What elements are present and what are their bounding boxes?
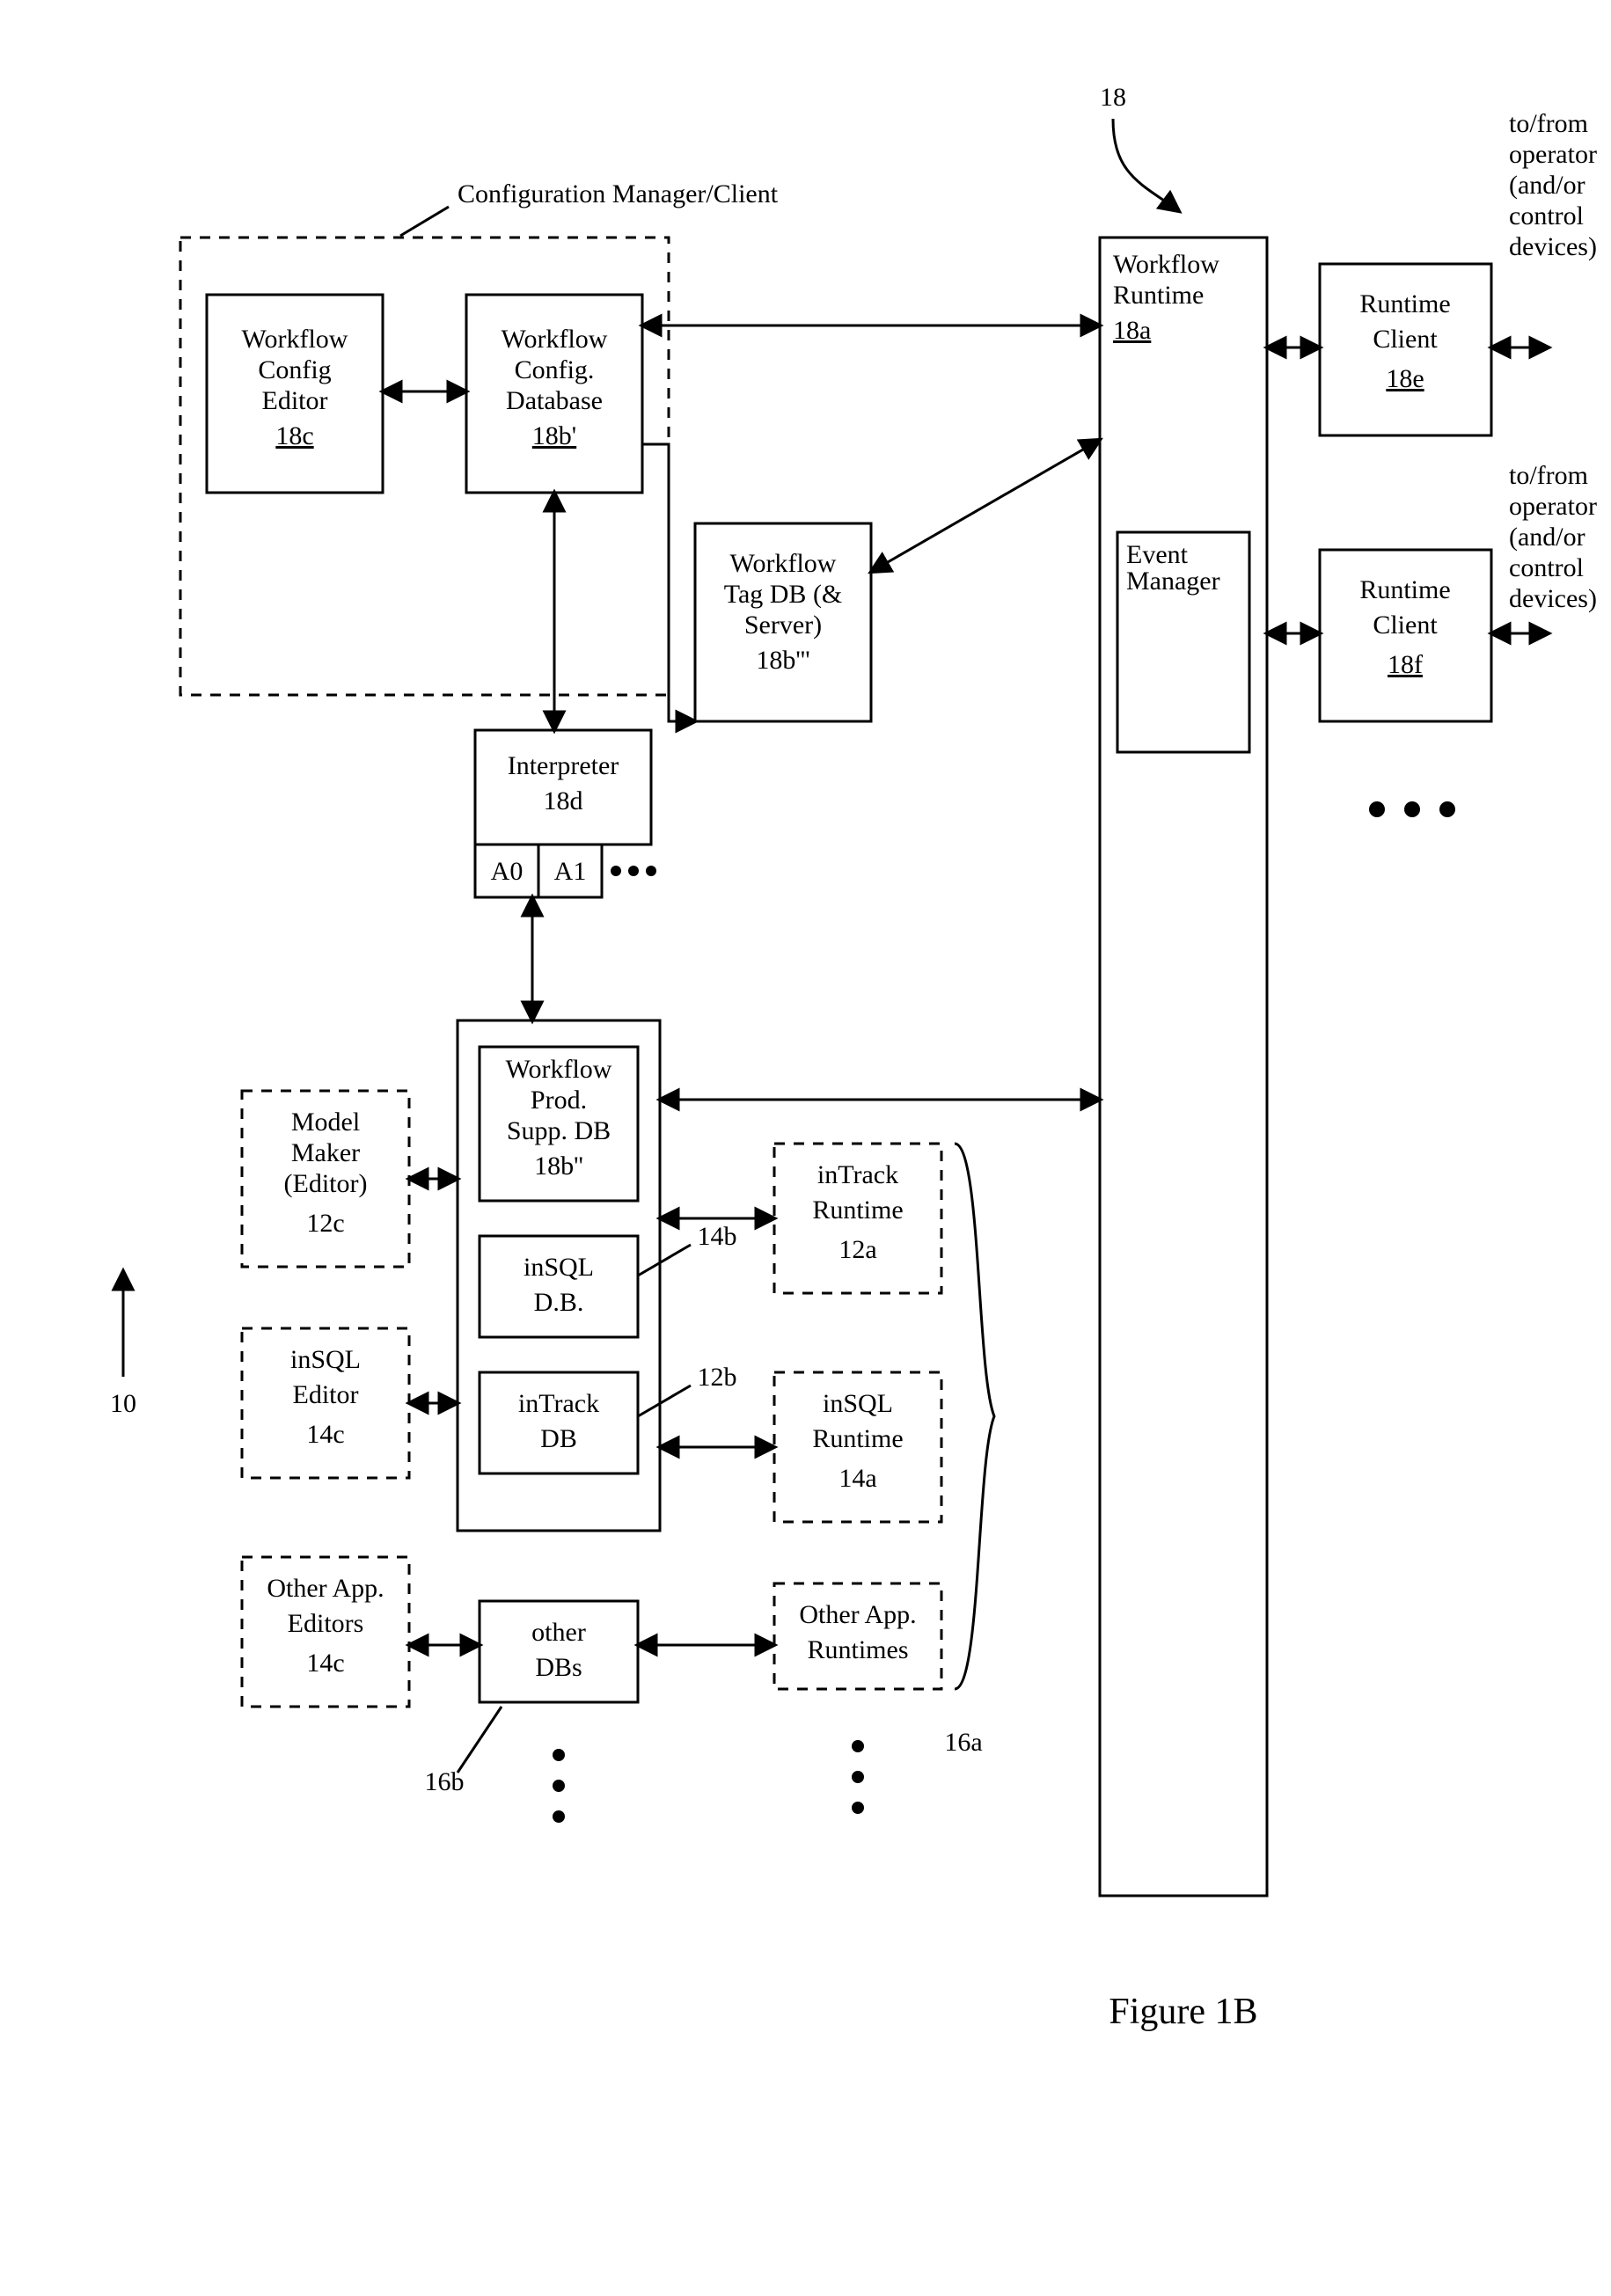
svg-text:to/from: to/from <box>1509 461 1588 490</box>
intrack-runtime-box: inTrack Runtime 12a <box>774 1144 941 1293</box>
svg-text:(and/or: (and/or <box>1509 171 1585 200</box>
svg-text:Runtimes: Runtimes <box>807 1635 908 1664</box>
runtime-client-f-box: Runtime Client 18f <box>1320 550 1491 721</box>
svg-text:Other App.: Other App. <box>799 1600 916 1629</box>
svg-text:18c: 18c <box>275 421 313 450</box>
model-maker-box: Model Maker (Editor) 12c <box>242 1091 409 1267</box>
svg-text:inSQL: inSQL <box>524 1253 594 1282</box>
prod-supp-db-box: Workflow Prod. Supp. DB 18b'' <box>480 1047 638 1201</box>
svg-text:18f: 18f <box>1388 650 1423 679</box>
svg-text:14a: 14a <box>838 1464 876 1493</box>
svg-text:Config: Config <box>258 355 331 384</box>
svg-text:to/from: to/from <box>1509 109 1588 138</box>
svg-text:(Editor): (Editor) <box>284 1169 368 1198</box>
insql-db-box: inSQL D.B. <box>480 1236 638 1337</box>
svg-text:inTrack: inTrack <box>817 1160 898 1189</box>
other-app-editors-box: Other App. Editors 14c <box>242 1557 409 1707</box>
svg-text:inTrack: inTrack <box>518 1389 599 1418</box>
svg-text:Config.: Config. <box>515 355 595 384</box>
svg-text:Workflow: Workflow <box>1113 250 1219 279</box>
workflow-tag-db-box: Workflow Tag DB (& Server) 18b''' <box>695 523 871 721</box>
svg-text:Runtime: Runtime <box>1359 289 1450 318</box>
svg-text:control: control <box>1509 553 1584 582</box>
runtimes-brace-ref: 16a <box>944 1728 982 1757</box>
svg-text:Server): Server) <box>744 611 822 640</box>
svg-text:control: control <box>1509 201 1584 230</box>
svg-text:(and/or: (and/or <box>1509 523 1585 552</box>
brace-icon <box>955 1144 994 1689</box>
svg-text:D.B.: D.B. <box>534 1288 584 1317</box>
svg-text:Manager: Manager <box>1126 567 1220 596</box>
svg-text:18b'': 18b'' <box>534 1152 583 1181</box>
workflow-ref-label: 18 <box>1100 83 1126 112</box>
other-app-runtimes-box: Other App. Runtimes <box>774 1583 941 1689</box>
svg-text:operator: operator <box>1509 492 1597 521</box>
system-ref-label: 10 <box>110 1389 136 1418</box>
workflow-runtime-box: Workflow Runtime 18a <box>1100 238 1267 1896</box>
operator-note-bottom: to/from operator (and/or control devices… <box>1509 461 1597 613</box>
svg-text:Tag DB (&: Tag DB (& <box>724 580 843 609</box>
figure-label: Figure 1B <box>1109 1992 1257 2032</box>
svg-text:A1: A1 <box>554 857 587 886</box>
svg-text:Editor: Editor <box>262 386 328 415</box>
svg-text:other: other <box>531 1618 586 1647</box>
workflow-config-database-box: Workflow Config. Database 18b' <box>466 295 642 493</box>
svg-text:devices): devices) <box>1509 232 1597 261</box>
svg-text:Prod.: Prod. <box>531 1086 587 1115</box>
other-dbs-box: other DBs <box>480 1601 638 1702</box>
svg-text:18a: 18a <box>1113 316 1151 345</box>
intrack-db-ref: 12b <box>698 1363 737 1392</box>
svg-text:12c: 12c <box>306 1209 344 1238</box>
svg-text:18e: 18e <box>1386 364 1424 393</box>
config-manager-label: Configuration Manager/Client <box>458 179 779 208</box>
svg-text:Runtime: Runtime <box>812 1196 903 1225</box>
svg-text:Workflow: Workflow <box>242 325 348 354</box>
svg-text:Client: Client <box>1373 325 1438 354</box>
svg-text:Other App.: Other App. <box>267 1574 384 1603</box>
svg-text:18b': 18b' <box>532 421 576 450</box>
insql-db-ref: 14b <box>698 1222 737 1251</box>
svg-text:Workflow: Workflow <box>502 325 608 354</box>
svg-text:inSQL: inSQL <box>290 1345 361 1374</box>
svg-text:Supp. DB: Supp. DB <box>507 1116 611 1145</box>
svg-text:Workflow: Workflow <box>730 549 837 578</box>
arrow-tagdb-runtime <box>871 440 1100 572</box>
svg-text:Client: Client <box>1373 611 1438 640</box>
event-manager-box: Event Manager <box>1117 532 1249 752</box>
svg-text:14c: 14c <box>306 1649 344 1678</box>
svg-text:inSQL: inSQL <box>823 1389 893 1418</box>
svg-text:Runtime: Runtime <box>1113 281 1204 310</box>
runtime-client-e-box: Runtime Client 18e <box>1320 264 1491 435</box>
svg-text:Editor: Editor <box>293 1380 359 1409</box>
svg-text:DBs: DBs <box>535 1653 582 1682</box>
workflow-config-editor-box: Workflow Config Editor 18c <box>207 295 383 493</box>
interpreter-box: Interpreter 18d A0 A1 <box>475 730 656 897</box>
svg-text:Event: Event <box>1126 540 1189 569</box>
operator-note-top: to/from operator (and/or control devices… <box>1509 109 1597 261</box>
svg-text:Runtime: Runtime <box>812 1424 903 1453</box>
insql-editor-box: inSQL Editor 14c <box>242 1328 409 1478</box>
svg-text:Model: Model <box>291 1108 360 1137</box>
svg-text:18d: 18d <box>544 786 583 815</box>
svg-text:Editors: Editors <box>288 1609 364 1638</box>
svg-text:DB: DB <box>540 1424 577 1453</box>
insql-runtime-box: inSQL Runtime 14a <box>774 1372 941 1522</box>
arrow-configdb-tagdb <box>642 444 695 721</box>
intrack-db-box: inTrack DB <box>480 1372 638 1473</box>
svg-text:Interpreter: Interpreter <box>508 751 619 780</box>
svg-text:devices): devices) <box>1509 584 1597 613</box>
svg-text:14c: 14c <box>306 1420 344 1449</box>
svg-text:Workflow: Workflow <box>506 1055 612 1084</box>
svg-text:Database: Database <box>506 386 603 415</box>
svg-text:A0: A0 <box>491 857 524 886</box>
svg-text:12a: 12a <box>838 1235 876 1264</box>
svg-text:Runtime: Runtime <box>1359 575 1450 604</box>
svg-text:operator: operator <box>1509 140 1597 169</box>
svg-text:Maker: Maker <box>291 1138 360 1167</box>
svg-text:18b''': 18b''' <box>756 646 809 675</box>
